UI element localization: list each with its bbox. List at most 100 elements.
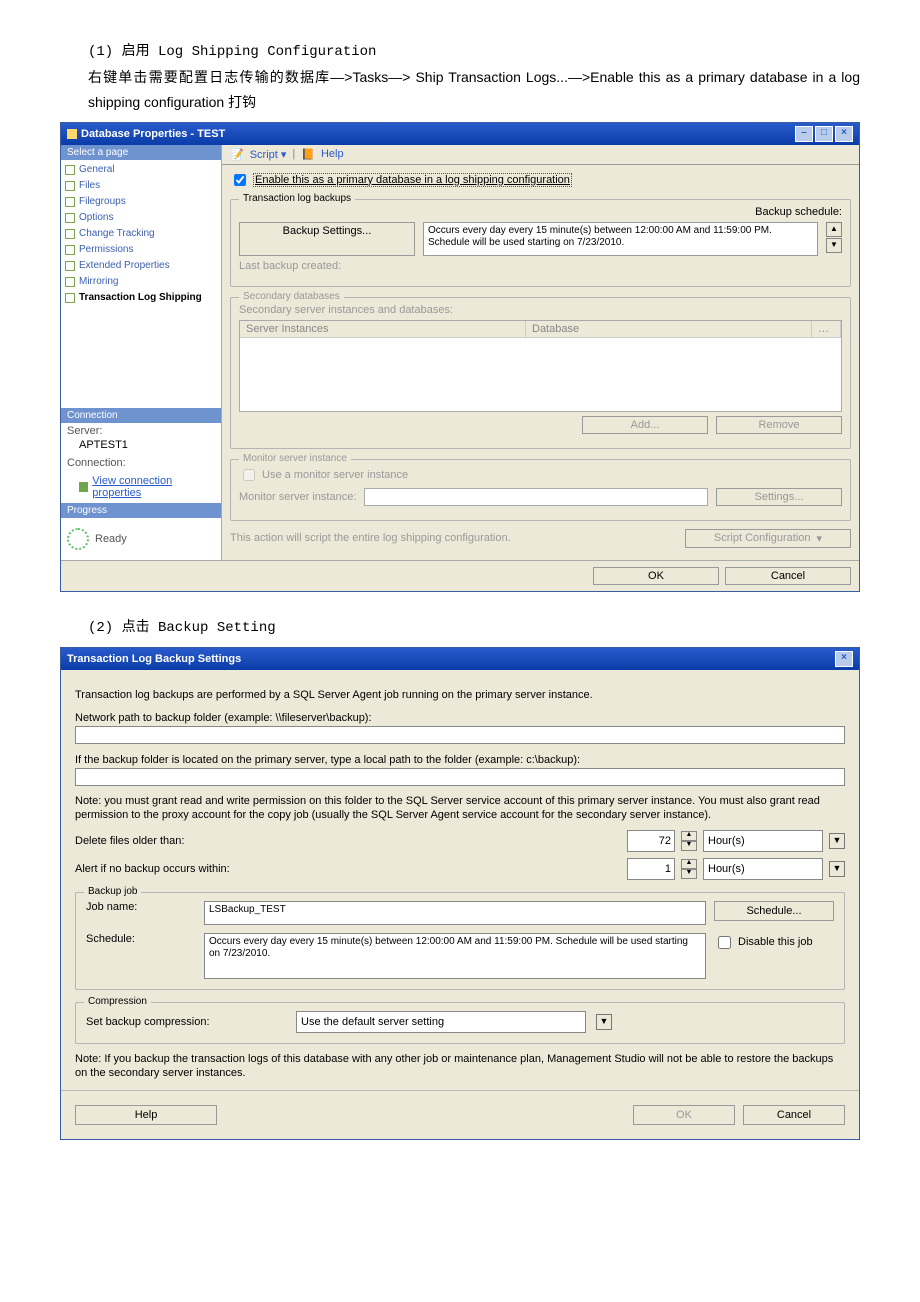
- job-name-label: Job name:: [86, 901, 196, 913]
- cancel-button-2[interactable]: Cancel: [743, 1105, 845, 1125]
- secondary-instances-label: Secondary server instances and databases…: [239, 304, 842, 316]
- delete-older-up[interactable]: ▲: [681, 831, 697, 841]
- compression-value: Use the default server setting: [301, 1016, 444, 1028]
- compression-select[interactable]: Use the default server setting: [296, 1011, 586, 1033]
- page-list: General Files Filegroups Options Change …: [61, 160, 221, 308]
- script-dropdown[interactable]: Script ▾: [250, 148, 287, 161]
- bottom-note: Note: If you backup the transaction logs…: [75, 1052, 845, 1080]
- help-icon: 📙: [301, 148, 315, 161]
- delete-older-unit[interactable]: Hour(s): [703, 830, 823, 852]
- help-button[interactable]: Help: [321, 148, 344, 160]
- view-connection-properties-link[interactable]: View connection properties: [61, 471, 221, 503]
- disable-job-label: Disable this job: [738, 936, 813, 948]
- enable-primary-checkbox[interactable]: [234, 174, 246, 186]
- delete-older-down[interactable]: ▼: [681, 841, 697, 851]
- doc-step1-desc: 右键单击需要配置日志传输的数据库—>Tasks—> Ship Transacti…: [60, 65, 860, 115]
- progress-ready: Ready: [61, 518, 221, 560]
- script-icon: 📝: [230, 148, 244, 161]
- schedule-value: Occurs every day every 15 minute(s) betw…: [204, 933, 706, 979]
- tx-log-backups-group: Transaction log backups Backup schedule:…: [230, 199, 851, 287]
- script-configuration-button[interactable]: Script Configuration▾: [685, 529, 851, 548]
- page-general[interactable]: General: [61, 162, 221, 178]
- use-monitor-checkbox[interactable]: [243, 469, 255, 481]
- col-database[interactable]: Database: [526, 321, 812, 338]
- delete-unit-dropdown[interactable]: ▼: [829, 833, 845, 849]
- network-path-input[interactable]: [75, 726, 845, 744]
- backup-schedule-label: Backup schedule:: [755, 206, 842, 218]
- schedule-scroll-up[interactable]: ▲: [826, 222, 842, 237]
- right-toolbar: 📝 Script ▾ | 📙 Help: [222, 145, 859, 165]
- disable-job-checkbox[interactable]: [718, 936, 731, 949]
- backup-settings-button[interactable]: Backup Settings...: [239, 222, 415, 256]
- cancel-button[interactable]: Cancel: [725, 567, 851, 585]
- page-transaction-log-shipping[interactable]: Transaction Log Shipping: [61, 290, 221, 306]
- secondary-table: Server Instances Database …: [239, 320, 842, 412]
- page-change-tracking[interactable]: Change Tracking: [61, 226, 221, 242]
- title-bar[interactable]: Database Properties - TEST – □ ×: [61, 123, 859, 145]
- page-filegroups[interactable]: Filegroups: [61, 194, 221, 210]
- enable-primary-label: Enable this as a primary database in a l…: [253, 173, 572, 187]
- alert-down[interactable]: ▼: [681, 869, 697, 879]
- progress-header: Progress: [61, 503, 221, 518]
- local-path-input[interactable]: [75, 768, 845, 786]
- connection-label: Connection:: [61, 455, 221, 471]
- compression-dropdown-arrow[interactable]: ▼: [596, 1014, 612, 1030]
- page-files[interactable]: Files: [61, 178, 221, 194]
- maximize-button[interactable]: □: [815, 126, 833, 142]
- col-action[interactable]: …: [812, 321, 841, 338]
- monitor-settings-button[interactable]: Settings...: [716, 488, 842, 506]
- tx-log-backups-legend: Transaction log backups: [239, 193, 355, 204]
- progress-icon: [67, 528, 89, 550]
- backup-job-group: Backup job Job name: LSBackup_TEST Sched…: [75, 892, 845, 990]
- alert-label: Alert if no backup occurs within:: [75, 863, 305, 875]
- compression-legend: Compression: [84, 996, 151, 1007]
- doc-step2-title: (2) 点击 Backup Setting: [60, 616, 860, 641]
- alert-up[interactable]: ▲: [681, 859, 697, 869]
- progress-text: Ready: [95, 533, 127, 545]
- minimize-button[interactable]: –: [795, 126, 813, 142]
- backup-job-legend: Backup job: [84, 886, 141, 897]
- delete-older-value[interactable]: [627, 830, 675, 852]
- delete-older-unit-text: Hour(s): [708, 835, 745, 847]
- use-monitor-label: Use a monitor server instance: [262, 469, 408, 481]
- close-button-2[interactable]: ×: [835, 651, 853, 667]
- alert-unit-text: Hour(s): [708, 863, 745, 875]
- server-label: Server:: [61, 423, 221, 439]
- compression-group: Compression Set backup compression: Use …: [75, 1002, 845, 1044]
- connection-header: Connection: [61, 408, 221, 423]
- backup-settings-dialog: Transaction Log Backup Settings × Transa…: [60, 647, 860, 1140]
- schedule-button[interactable]: Schedule...: [714, 901, 834, 921]
- monitor-group: Monitor server instance Use a monitor se…: [230, 459, 851, 521]
- intro-text: Transaction log backups are performed by…: [75, 688, 845, 702]
- alert-value[interactable]: [627, 858, 675, 880]
- local-path-label: If the backup folder is located on the p…: [75, 754, 845, 766]
- page-mirroring[interactable]: Mirroring: [61, 274, 221, 290]
- permission-note: Note: you must grant read and write perm…: [75, 794, 845, 822]
- alert-unit-dropdown[interactable]: ▼: [829, 861, 845, 877]
- schedule-label: Schedule:: [86, 933, 196, 945]
- dialog-title: Database Properties - TEST: [81, 128, 225, 140]
- page-extended-properties[interactable]: Extended Properties: [61, 258, 221, 274]
- alert-unit[interactable]: Hour(s): [703, 858, 823, 880]
- schedule-scroll-down[interactable]: ▼: [826, 238, 842, 253]
- ok-button-2[interactable]: OK: [633, 1105, 735, 1125]
- backup-schedule-value: Occurs every day every 15 minute(s) betw…: [423, 222, 818, 256]
- compression-label: Set backup compression:: [86, 1016, 286, 1028]
- add-button[interactable]: Add...: [582, 416, 708, 434]
- network-path-label: Network path to backup folder (example: …: [75, 712, 845, 724]
- monitor-label: Monitor server instance:: [239, 491, 356, 503]
- job-name-value[interactable]: LSBackup_TEST: [204, 901, 706, 925]
- monitor-input[interactable]: [364, 488, 708, 506]
- close-button[interactable]: ×: [835, 126, 853, 142]
- doc-step1-title: (1) 启用 Log Shipping Configuration: [60, 40, 860, 65]
- app-icon: [67, 129, 77, 139]
- ok-button[interactable]: OK: [593, 567, 719, 585]
- title-bar-2[interactable]: Transaction Log Backup Settings ×: [61, 648, 859, 670]
- help-button[interactable]: Help: [75, 1105, 217, 1125]
- remove-button[interactable]: Remove: [716, 416, 842, 434]
- col-server-instances[interactable]: Server Instances: [240, 321, 526, 338]
- server-value: APTEST1: [61, 439, 221, 455]
- page-options[interactable]: Options: [61, 210, 221, 226]
- db-properties-dialog: Database Properties - TEST – □ × Select …: [60, 122, 860, 592]
- page-permissions[interactable]: Permissions: [61, 242, 221, 258]
